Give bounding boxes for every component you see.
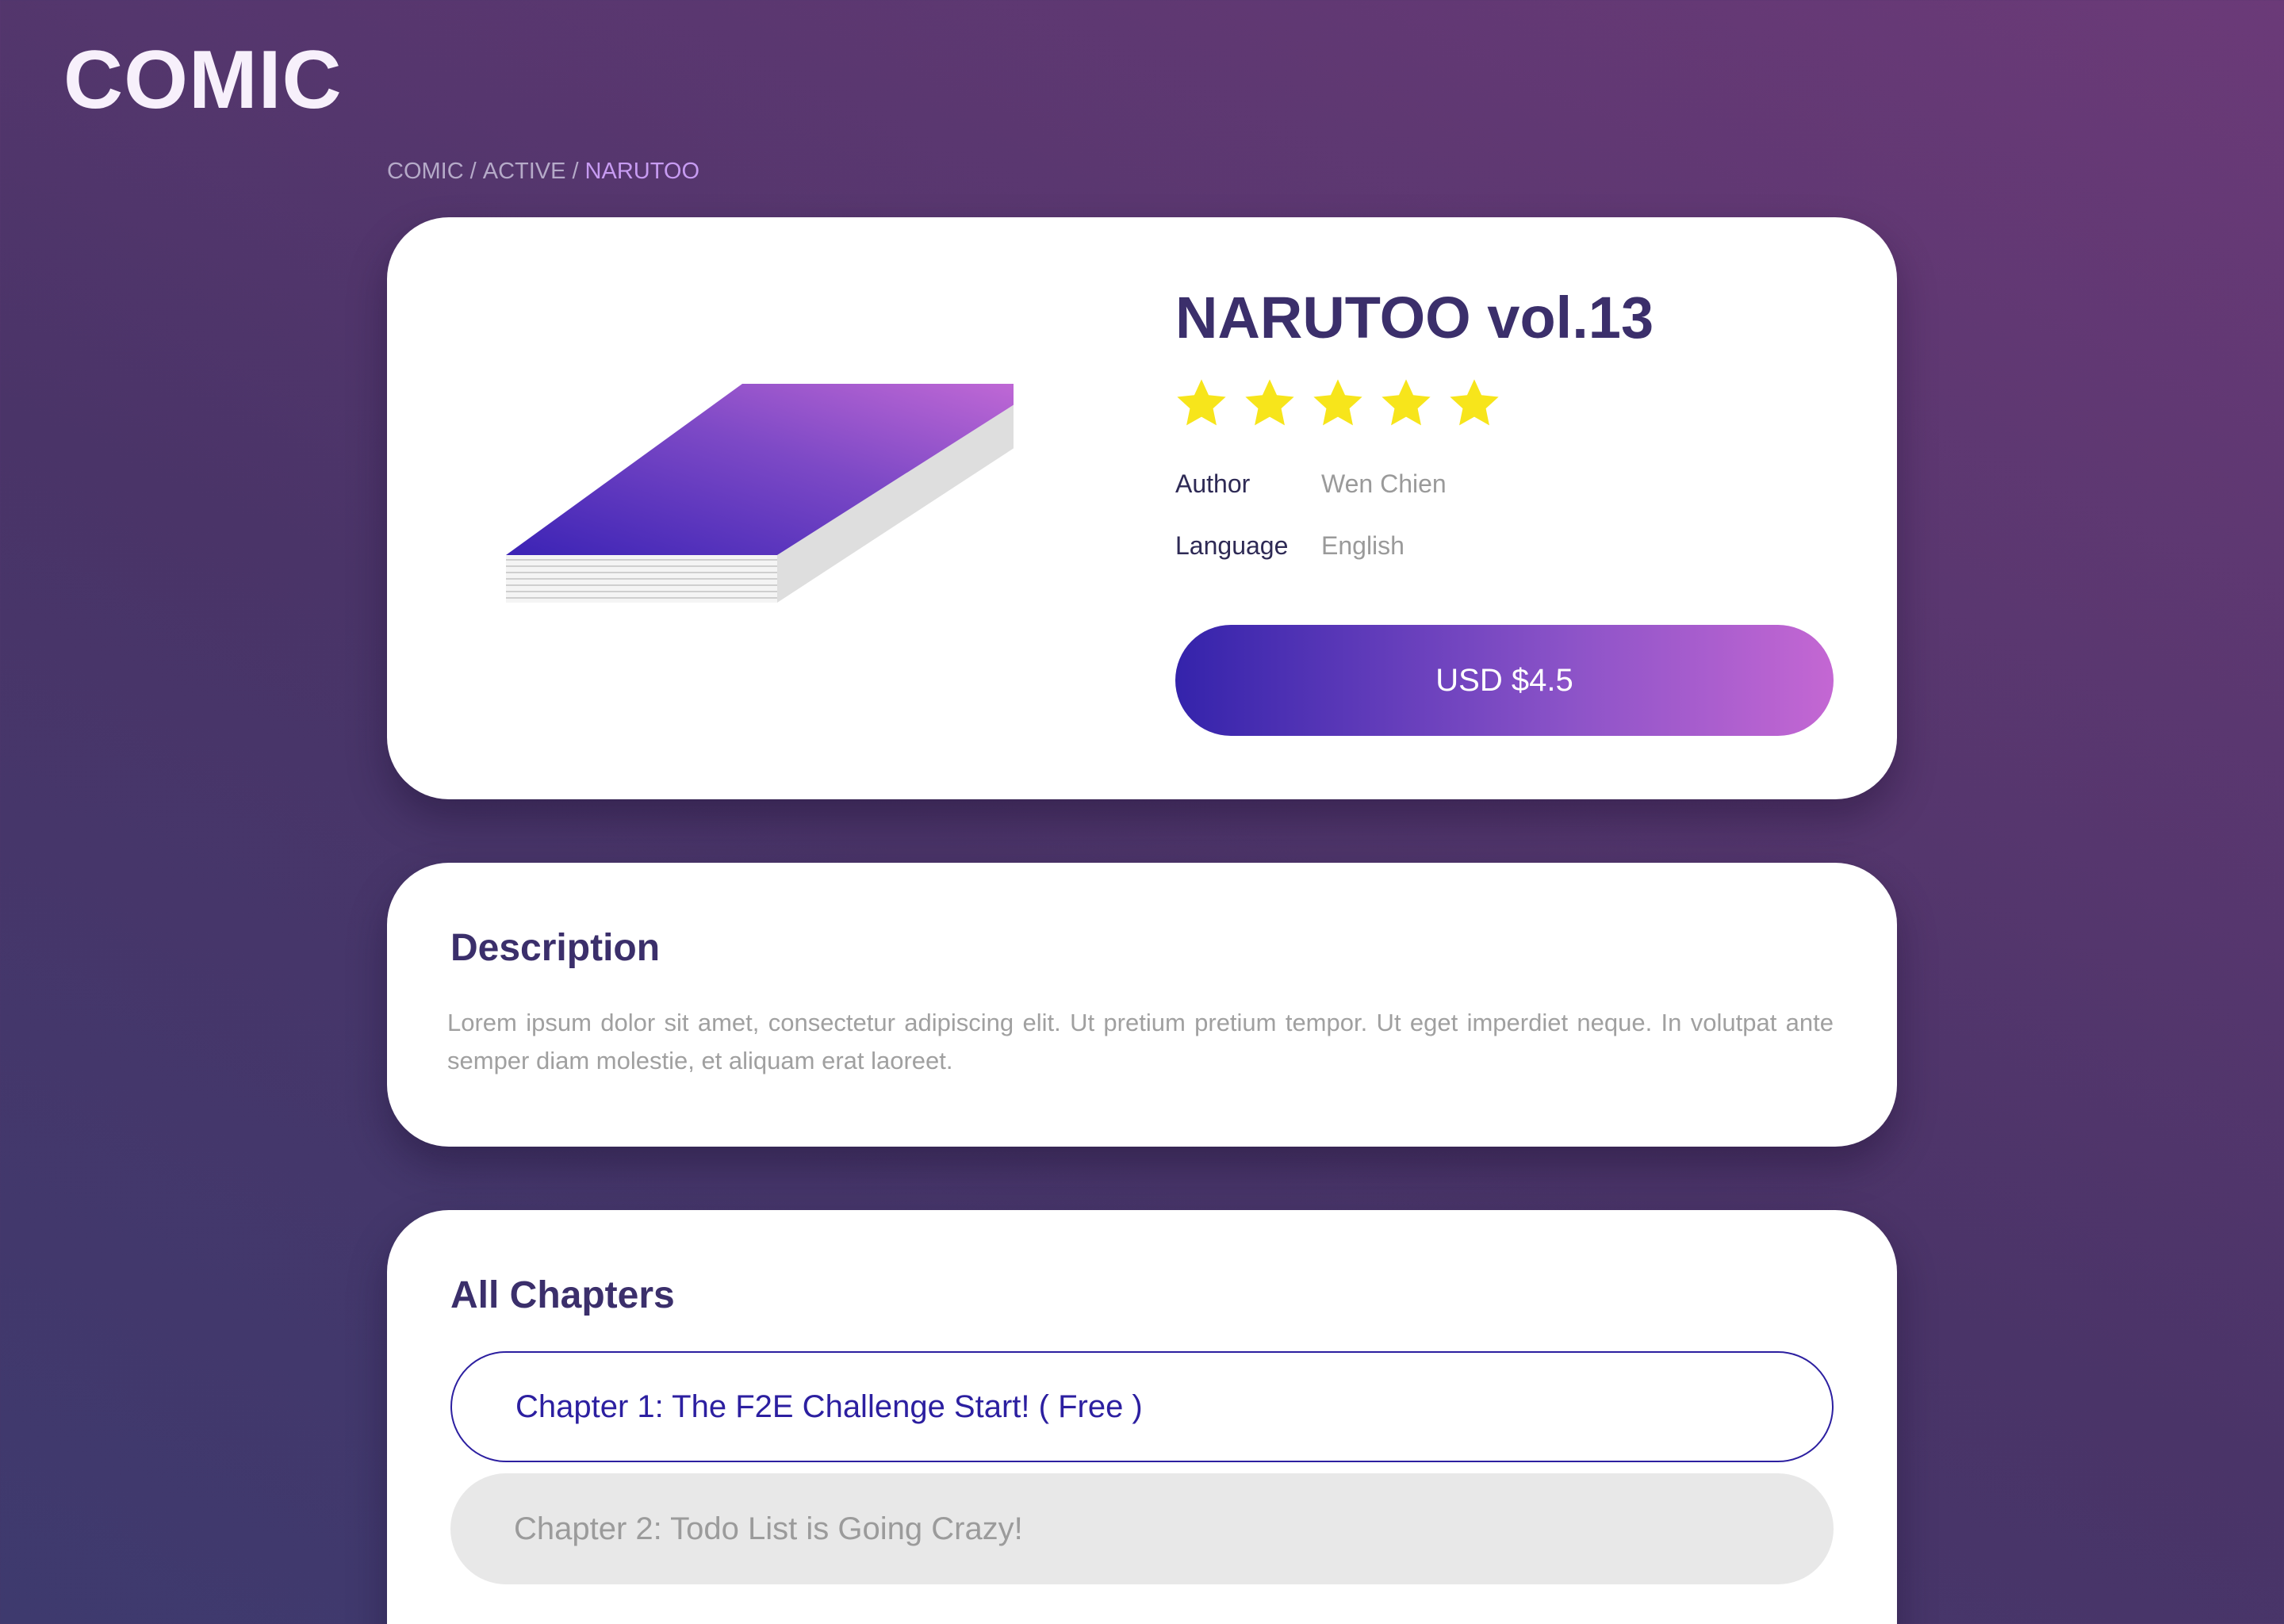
- product-card: NARUTOO vol.13 Author Wen Chien Language…: [387, 217, 1897, 799]
- star-icon: [1382, 379, 1431, 426]
- rating-stars: [1174, 376, 1502, 431]
- buy-price-button[interactable]: USD $4.5: [1175, 625, 1834, 736]
- app-logo[interactable]: COMIC: [63, 33, 343, 128]
- star-icon: [1313, 379, 1362, 426]
- star-icon: [1177, 379, 1226, 426]
- product-title: NARUTOO vol.13: [1175, 285, 1654, 350]
- breadcrumb-item-active[interactable]: ACTIVE: [483, 159, 566, 184]
- star-icon: [1450, 379, 1499, 426]
- book-page-lines: [506, 559, 777, 599]
- author-value: Wen Chien: [1321, 469, 1447, 498]
- description-title: Description: [450, 927, 661, 969]
- description-card: Description Lorem ipsum dolor sit amet, …: [387, 863, 1897, 1147]
- breadcrumb: COMIC / ACTIVE / NARUTOO: [387, 159, 699, 185]
- breadcrumb-item-comic[interactable]: COMIC: [387, 159, 464, 184]
- breadcrumb-separator: /: [572, 159, 579, 184]
- author-label: Author: [1175, 469, 1251, 498]
- chapter-item-1[interactable]: Chapter 1: The F2E Challenge Start! ( Fr…: [450, 1351, 1834, 1462]
- language-label: Language: [1175, 531, 1289, 560]
- star-icon: [1245, 379, 1294, 426]
- chapter-item-2[interactable]: Chapter 2: Todo List is Going Crazy!: [450, 1473, 1834, 1584]
- language-value: English: [1321, 531, 1405, 560]
- description-text: Lorem ipsum dolor sit amet, consectetur …: [447, 1009, 1834, 1074]
- chapters-card: All Chapters Chapter 1: The F2E Challeng…: [387, 1210, 1897, 1624]
- book-cover-illustration: [506, 384, 1014, 603]
- author-row: Author Wen Chien: [1175, 469, 1447, 499]
- chapters-title: All Chapters: [450, 1274, 675, 1316]
- language-row: Language English: [1175, 531, 1405, 561]
- breadcrumb-separator: /: [469, 159, 477, 184]
- breadcrumb-current: NARUTOO: [584, 159, 700, 184]
